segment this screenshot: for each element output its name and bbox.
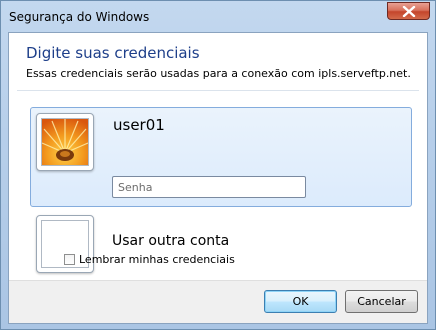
dialog-heading: Digite suas credenciais bbox=[26, 44, 200, 62]
dialog-footer: OK Cancelar bbox=[9, 280, 427, 323]
close-icon bbox=[402, 6, 416, 17]
ok-button[interactable]: OK bbox=[264, 290, 337, 313]
title-bar[interactable]: Segurança do Windows bbox=[1, 1, 435, 32]
user-credential-tile[interactable]: user01 bbox=[30, 107, 412, 207]
dialog-body: Digite suas credenciais Essas credenciai… bbox=[8, 32, 428, 324]
credential-dialog: Segurança do Windows Digite suas credenc… bbox=[0, 0, 436, 330]
user-avatar-frame bbox=[36, 113, 94, 171]
other-account-label: Usar outra conta bbox=[112, 233, 230, 249]
remember-checkbox[interactable] bbox=[64, 254, 75, 265]
window-title: Segurança do Windows bbox=[9, 10, 150, 24]
cancel-button[interactable]: Cancelar bbox=[345, 290, 418, 313]
close-button[interactable] bbox=[387, 2, 430, 20]
remember-label[interactable]: Lembrar minhas credenciais bbox=[79, 253, 235, 266]
other-account-tile[interactable]: Usar outra conta bbox=[30, 210, 412, 282]
password-input[interactable] bbox=[112, 176, 306, 198]
orange-flower-avatar-icon bbox=[41, 118, 89, 166]
username-label: user01 bbox=[113, 116, 165, 134]
dialog-subheading: Essas credenciais serão usadas para a co… bbox=[26, 67, 411, 80]
header-separator bbox=[17, 90, 419, 91]
